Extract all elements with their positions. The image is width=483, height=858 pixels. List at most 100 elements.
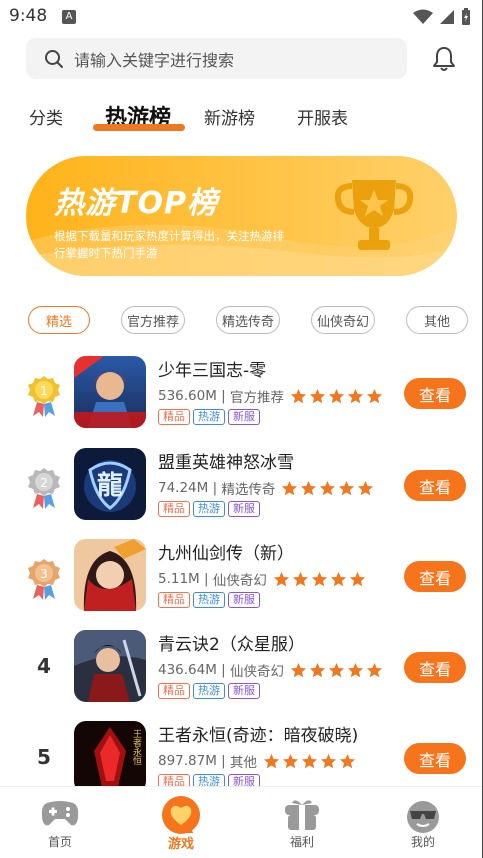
- nav-games-label: 游戏: [167, 837, 194, 852]
- chip-legend[interactable]: 精选传奇: [216, 306, 280, 334]
- nav-profile[interactable]: 我的: [383, 787, 463, 858]
- tab-category[interactable]: 分类: [29, 104, 63, 129]
- star-icon: [309, 662, 326, 677]
- star-icon: [292, 571, 308, 586]
- a-notification-icon: A: [62, 10, 76, 24]
- game-meta: 5.11M | 仙侠奇幻: [158, 569, 366, 589]
- view-button[interactable]: 查看: [404, 470, 466, 501]
- game-row[interactable]: 1 少年三国志-零 536.60M | 官方推荐 精品 热游 新服 查看: [0, 356, 483, 436]
- game-meta: 897.87M | 其他: [158, 751, 356, 771]
- nav-profile-label: 我的: [410, 835, 435, 849]
- tag-hot: 热游: [193, 501, 225, 517]
- trophy-icon: [334, 180, 414, 250]
- star-icon: [320, 753, 337, 768]
- hot-top-banner[interactable]: 热游TOP榜 根据下载量和玩家热度计算得出，关注热游排行掌握时下热门手游: [26, 156, 457, 276]
- star-rating: [273, 571, 366, 588]
- game-size: 536.60M: [158, 388, 217, 404]
- bronze-medal-icon: 3: [28, 559, 60, 600]
- signal-icon: [440, 10, 454, 24]
- games-heart-icon: [162, 796, 200, 834]
- rank-number: 4: [37, 654, 51, 678]
- star-icon: [301, 480, 317, 495]
- active-tab-indicator: [93, 124, 185, 131]
- game-icon[interactable]: 龍: [74, 448, 146, 520]
- star-icon: [273, 571, 289, 586]
- view-button[interactable]: 查看: [404, 743, 466, 774]
- star-rating: [290, 662, 383, 679]
- game-icon[interactable]: [74, 539, 146, 611]
- game-name[interactable]: 九州仙剑传（新）: [158, 539, 294, 564]
- game-icon[interactable]: 王者永恒: [74, 721, 146, 793]
- star-rating: [281, 480, 374, 497]
- tag-premium: 精品: [158, 501, 190, 517]
- search-placeholder: 请输入关键字进行搜索: [74, 50, 235, 70]
- svg-text:2: 2: [40, 476, 48, 490]
- status-bar: 9:48 A: [0, 0, 483, 34]
- nav-games[interactable]: 游戏: [141, 787, 221, 858]
- game-size: 5.11M: [158, 571, 200, 587]
- gold-medal-icon: 1: [28, 376, 60, 417]
- game-name[interactable]: 青云诀2（众星服）: [158, 630, 305, 655]
- banner-description: 根据下载量和玩家热度计算得出，关注热游排行掌握时下热门手游: [54, 229, 284, 260]
- game-tags: 精品 热游 新服: [158, 501, 260, 517]
- chip-featured[interactable]: 精选: [28, 306, 90, 334]
- star-icon: [328, 662, 345, 677]
- game-row[interactable]: 2 龍 盟重英雄神怒冰雪 74.24M | 精选传奇 精品 热游 新服 查看: [0, 448, 483, 528]
- game-category: 官方推荐: [230, 390, 285, 406]
- star-icon: [282, 480, 298, 495]
- game-size: 74.24M: [158, 480, 209, 496]
- category-tabs: 分类 热游榜 新游榜 开服表: [0, 100, 483, 134]
- svg-text:1: 1: [40, 384, 48, 398]
- svg-text:3: 3: [40, 567, 48, 581]
- view-button[interactable]: 查看: [404, 652, 466, 683]
- star-icon: [339, 480, 355, 495]
- chip-official-recommend[interactable]: 官方推荐: [121, 306, 185, 334]
- tab-server-schedule[interactable]: 开服表: [297, 104, 348, 129]
- tab-new-games[interactable]: 新游榜: [204, 104, 255, 129]
- star-icon: [263, 753, 280, 768]
- star-icon: [311, 571, 327, 586]
- tag-premium: 精品: [158, 409, 190, 425]
- silver-medal-icon: 2: [28, 468, 60, 509]
- game-category: 仙侠奇幻: [230, 664, 285, 680]
- game-meta: 536.60M | 官方推荐: [158, 386, 383, 406]
- game-icon[interactable]: [74, 630, 146, 702]
- search-icon: [45, 49, 63, 68]
- meta-separator: |: [216, 662, 231, 678]
- star-rating: [290, 388, 383, 405]
- wifi-icon: [413, 9, 433, 24]
- nav-welfare[interactable]: 福利: [262, 787, 342, 858]
- gamepad-icon: [41, 801, 79, 826]
- view-button[interactable]: 查看: [404, 561, 466, 592]
- bell-icon[interactable]: [430, 45, 458, 73]
- nav-welfare-label: 福利: [289, 835, 314, 849]
- svg-text:王者永恒: 王者永恒: [131, 729, 142, 766]
- meta-separator: |: [216, 388, 231, 404]
- tag-premium: 精品: [158, 592, 190, 608]
- game-row[interactable]: 4 青云诀2（众星服） 436.64M | 仙侠奇幻 精品 热游 新服 查看: [0, 630, 483, 710]
- game-row[interactable]: 3 九州仙剑传（新） 5.11M | 仙侠奇幻 精品 热游 新服 查看: [0, 539, 483, 619]
- game-name[interactable]: 盟重英雄神怒冰雪: [158, 448, 294, 473]
- bottom-nav: 首页 游戏 福利 我的: [0, 786, 483, 858]
- tag-new-server: 新服: [228, 501, 260, 517]
- game-category: 仙侠奇幻: [212, 573, 267, 589]
- chip-other[interactable]: 其他: [406, 306, 468, 334]
- view-button[interactable]: 查看: [404, 378, 466, 409]
- game-size: 897.87M: [158, 753, 217, 769]
- game-name[interactable]: 少年三国志-零: [158, 356, 266, 381]
- profile-face-icon: [407, 801, 439, 833]
- game-tags: 精品 热游 新服: [158, 592, 260, 608]
- banner-title: 热游TOP榜: [54, 186, 218, 221]
- status-time: 9:48: [9, 6, 48, 26]
- chip-xianxia[interactable]: 仙侠奇幻: [311, 306, 375, 334]
- battery-icon: [462, 8, 470, 25]
- game-icon[interactable]: [74, 356, 146, 428]
- star-icon: [290, 662, 307, 677]
- nav-home[interactable]: 首页: [20, 787, 100, 858]
- tag-hot: 热游: [193, 409, 225, 425]
- game-name[interactable]: 王者永恒(奇迹：暗夜破晓): [158, 721, 358, 746]
- star-icon: [339, 753, 356, 768]
- rank-number: 5: [37, 745, 51, 769]
- filter-chips: 精选 官方推荐 精选传奇 仙侠奇幻 其他: [0, 306, 483, 334]
- search-bar[interactable]: 请输入关键字进行搜索: [26, 38, 407, 79]
